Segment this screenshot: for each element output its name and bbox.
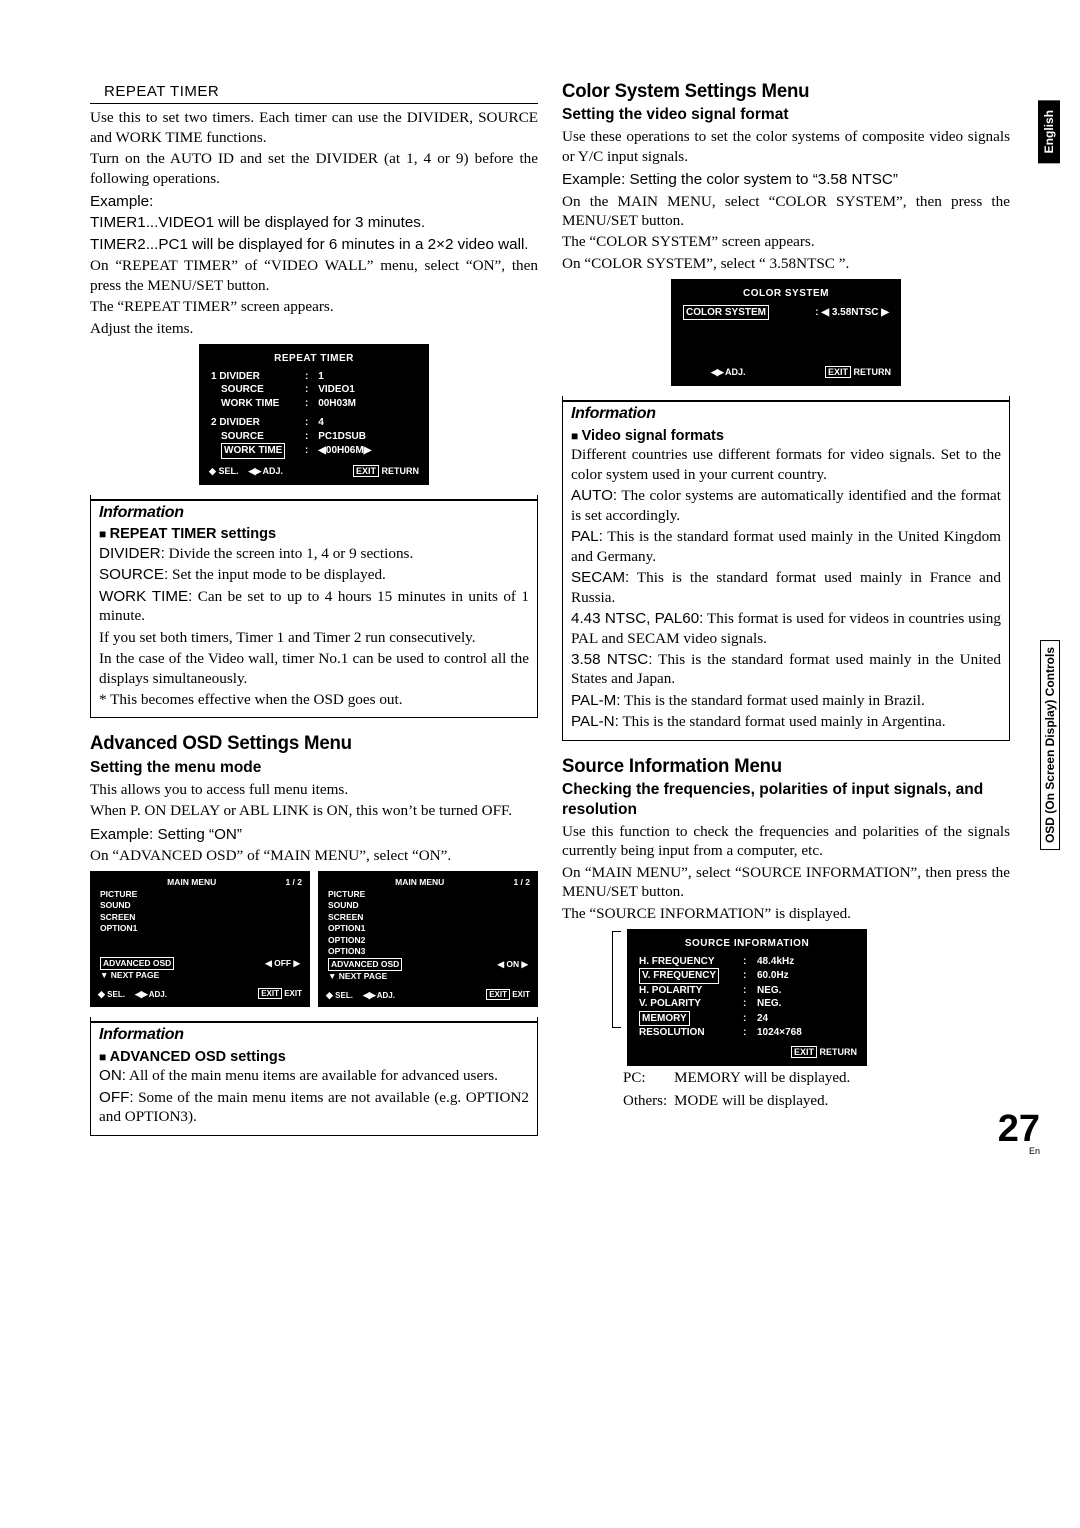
info-subtitle: REPEAT TIMER settings <box>99 525 529 544</box>
info-title: Information <box>563 400 1009 424</box>
osd-row: WORK TIME:◀00H06M▶ <box>209 443 419 459</box>
body-text: On “ADVANCED OSD” of “MAIN MENU”, select… <box>90 846 538 865</box>
body-text: The “COLOR SYSTEM” screen appears. <box>562 232 1010 251</box>
source-notes: PC:MEMORY will be displayed. Others:MODE… <box>620 1066 853 1114</box>
body-text: On “MAIN MENU”, select “SOURCE INFORMATI… <box>562 863 1010 902</box>
osd-footer: SEL. ADJ. EXIT RETURN <box>209 465 419 477</box>
info-box-color: Information Video signal formats Differe… <box>562 396 1010 740</box>
body-text: On the MAIN MENU, select “COLOR SYSTEM”,… <box>562 192 1010 231</box>
osd-row: 2 DIVIDER:4 <box>209 416 419 430</box>
osd-main-menu-off: MAIN MENU1 / 2 PICTURESOUNDSCREENOPTION1… <box>90 871 310 1007</box>
osd-row: COLOR SYSTEM : ◀ 3.58NTSC ▶ <box>681 305 891 321</box>
osd-main-menu-on: MAIN MENU1 / 2 PICTURESOUNDSCREENOPTION1… <box>318 871 538 1007</box>
side-tab-section: OSD (On Screen Display) Controls <box>1040 640 1060 850</box>
example-label: Example: Setting the color system to “3.… <box>562 170 1010 189</box>
subheading: Setting the video signal format <box>562 105 1010 125</box>
info-subtitle: Video signal formats <box>571 427 1001 446</box>
osd-source-info: SOURCE INFORMATION H. FREQUENCY:48.4kHzV… <box>627 929 867 1066</box>
body-text: Use this to set two timers. Each timer c… <box>90 108 538 147</box>
repeat-timer-heading: REPEAT TIMER <box>90 80 538 104</box>
body-text: When P. ON DELAY or ABL LINK is ON, this… <box>90 801 538 820</box>
osd-row: 1 DIVIDER:1 <box>209 370 419 384</box>
info-box-repeat: Information REPEAT TIMER settings DIVIDE… <box>90 495 538 719</box>
body-text: Turn on the AUTO ID and set the DIVIDER … <box>90 149 538 188</box>
osd-repeat-timer: REPEAT TIMER 1 DIVIDER:1 SOURCE:VIDEO1 W… <box>199 344 429 485</box>
osd-title: REPEAT TIMER <box>209 352 419 366</box>
body-text: TIMER2...PC1 will be displayed for 6 min… <box>90 235 538 254</box>
side-tab-language: English <box>1038 100 1060 163</box>
body-text: Adjust the items. <box>90 319 538 338</box>
osd-row: SOURCE:PC1DSUB <box>209 430 419 444</box>
osd-row: SOURCE:VIDEO1 <box>209 383 419 397</box>
osd-title: COLOR SYSTEM <box>681 287 891 301</box>
osd-color-system: COLOR SYSTEM COLOR SYSTEM : ◀ 3.58NTSC ▶… <box>671 279 901 386</box>
osd-footer: ADJ. EXIT RETURN <box>681 366 891 378</box>
body-text: On “COLOR SYSTEM”, select “ 3.58NTSC ”. <box>562 254 1010 273</box>
section-title-advanced: Advanced OSD Settings Menu <box>90 732 529 756</box>
body-text: Use these operations to set the color sy… <box>562 127 1010 166</box>
body-text: The “REPEAT TIMER” screen appears. <box>90 297 538 316</box>
subheading: Checking the frequencies, polarities of … <box>562 780 1010 820</box>
bracket-icon <box>612 931 621 1028</box>
osd-row: WORK TIME:00H03M <box>209 397 419 411</box>
osd-title: SOURCE INFORMATION <box>637 937 857 951</box>
section-title-color: Color System Settings Menu <box>562 80 1001 104</box>
body-text: The “SOURCE INFORMATION” is displayed. <box>562 904 1010 923</box>
body-text: This allows you to access full menu item… <box>90 780 538 799</box>
body-text: Use this function to check the frequenci… <box>562 822 1010 861</box>
subheading: Setting the menu mode <box>90 758 538 778</box>
info-box-advanced: Information ADVANCED OSD settings ON: Al… <box>90 1017 538 1135</box>
page-number: 27 En <box>998 1112 1040 1156</box>
example-label: Example: Setting “ON” <box>90 825 538 844</box>
section-title-source: Source Information Menu <box>562 755 1001 779</box>
body-text: On “REPEAT TIMER” of “VIDEO WALL” menu, … <box>90 256 538 295</box>
info-title: Information <box>91 1021 537 1045</box>
example-label: Example: <box>90 192 538 211</box>
info-subtitle: ADVANCED OSD settings <box>99 1048 529 1067</box>
info-title: Information <box>91 499 537 523</box>
body-text: TIMER1...VIDEO1 will be displayed for 3 … <box>90 213 538 232</box>
